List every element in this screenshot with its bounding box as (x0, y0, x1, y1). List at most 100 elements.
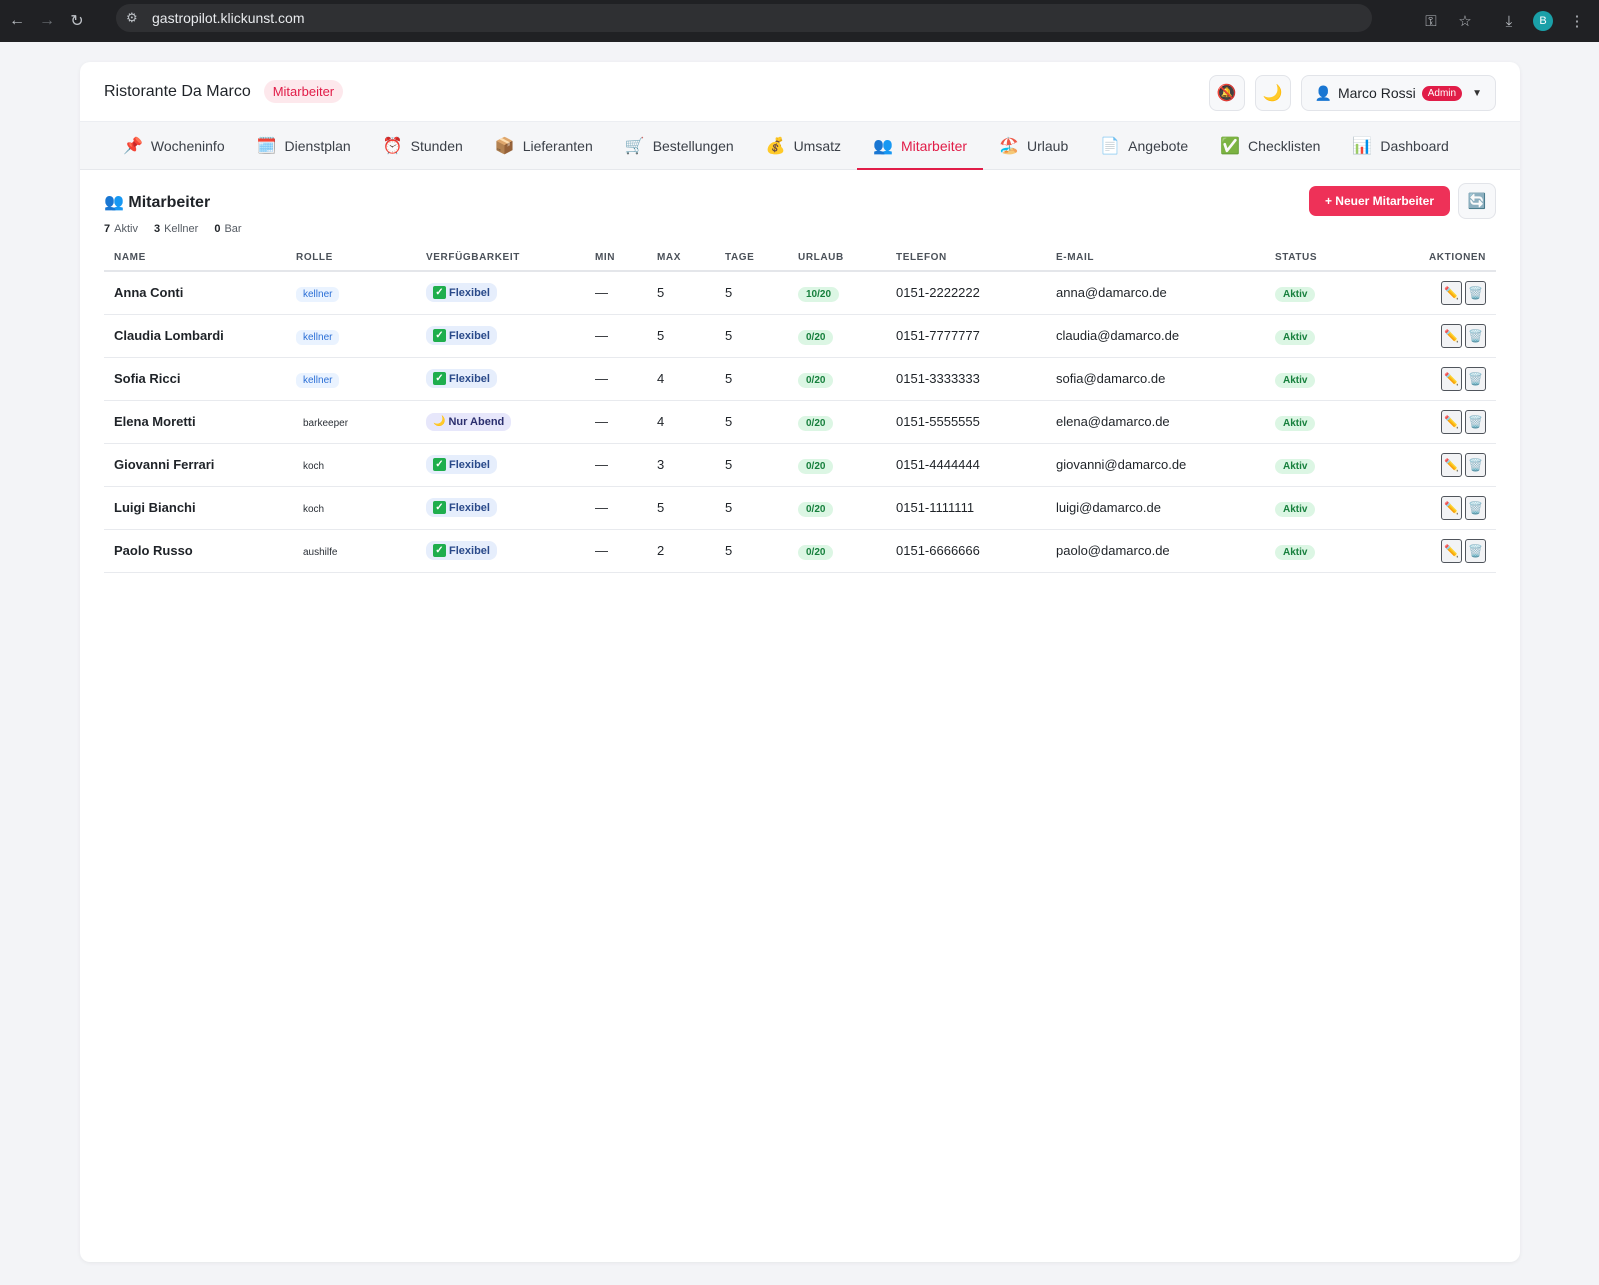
page-title: 👥 Mitarbeiter (104, 194, 211, 211)
delete-button[interactable]: 🗑️ (1465, 495, 1486, 520)
app-header: Ristorante Da Marco Mitarbeiter 🔕 🌙 👤 Ma… (80, 62, 1520, 122)
delete-button[interactable]: 🗑️ (1465, 409, 1486, 434)
pencil-icon: ✏️ (1444, 328, 1459, 343)
edit-button[interactable]: ✏️ (1441, 280, 1462, 305)
table-row[interactable]: Elena Moretti barkeeper 🌙 Nur Abend —4 5 0/20 0… (104, 400, 1496, 444)
tab-checklisten[interactable]: ✅ Checklisten (1204, 122, 1336, 169)
col-role[interactable]: ROLLE (286, 245, 416, 272)
tab-angebote[interactable]: 📄 Angebote (1084, 122, 1204, 169)
col-min[interactable]: MIN (585, 245, 647, 272)
availability-badge: ✓ Flexibel (426, 369, 497, 388)
actions-cell: ✏️ 🗑️ (1365, 443, 1496, 487)
star-icon[interactable]: ☆ (1451, 7, 1479, 35)
address-bar[interactable]: ⚙ gastropilot.klickunst.com (116, 4, 1372, 32)
tab-stunden[interactable]: ⏰ Stunden (367, 122, 479, 169)
new-employee-button[interactable]: + Neuer Mitarbeiter (1308, 186, 1450, 216)
notifications-off-button[interactable]: 🔕 (1208, 75, 1245, 111)
profile-avatar[interactable]: B (1529, 7, 1557, 35)
status-cell: Aktiv (1265, 271, 1365, 315)
vacation-badge: 0/20 (798, 502, 834, 517)
money-bag-icon: 💰 (765, 137, 786, 155)
cart-icon: 🛒 (624, 137, 645, 155)
table-row[interactable]: Luigi Bianchi koch ✓ Flexibel —5 5 0/20 0151-11… (104, 486, 1496, 530)
table-row[interactable]: Claudia Lombardi kellner ✓ Flexibel —5 5 0/20 0… (104, 314, 1496, 358)
min-cell: — (585, 443, 647, 487)
col-days[interactable]: TAGE (715, 245, 788, 272)
main-tabs: 📌 Wocheninfo 🗓️ Dienstplan ⏰ Stunden 📦 Liefe… (80, 122, 1520, 170)
reload-icon[interactable]: ↻ (62, 6, 92, 36)
min-cell: — (585, 529, 647, 573)
download-icon[interactable]: ⤓ (1495, 7, 1523, 35)
actions-cell: ✏️ 🗑️ (1365, 400, 1496, 444)
table-row[interactable]: Anna Conti kellner ✓ Flexibel —5 5 10/20 0151-2… (104, 271, 1496, 315)
stat-value: 0 (214, 223, 221, 235)
max-cell: 5 (647, 271, 715, 315)
pencil-icon: ✏️ (1444, 457, 1459, 472)
delete-button[interactable]: 🗑️ (1465, 280, 1486, 305)
tab-bestellungen[interactable]: 🛒 Bestellungen (609, 122, 750, 169)
col-email[interactable]: E-MAIL (1046, 245, 1265, 272)
forward-icon[interactable]: → (32, 6, 62, 36)
role-cell: barkeeper (286, 400, 416, 444)
tab-wocheninfo[interactable]: 📌 Wocheninfo (107, 122, 241, 169)
url-text[interactable]: gastropilot.klickunst.com (152, 10, 305, 26)
col-vacation[interactable]: URLAUB (788, 245, 886, 272)
table-row[interactable]: Paolo Russo aushilfe ✓ Flexibel —2 5 0/20 0151-… (104, 529, 1496, 573)
status-badge: Aktiv (1275, 459, 1316, 474)
edit-button[interactable]: ✏️ (1441, 409, 1462, 434)
alarm-clock-icon: ⏰ (382, 137, 403, 155)
key-icon[interactable]: ⚿ (1417, 7, 1445, 35)
employee-name: Sofia Ricci (104, 357, 286, 401)
availability-label: Flexibel (449, 501, 490, 514)
edit-button[interactable]: ✏️ (1441, 366, 1462, 391)
dark-mode-button[interactable]: 🌙 (1254, 75, 1291, 111)
moon-icon: 🌙 (433, 416, 446, 428)
tab-urlaub[interactable]: 🏖️ Urlaub (983, 122, 1084, 169)
availability-label: Nur Abend (448, 415, 505, 428)
min-cell: — (585, 486, 647, 530)
delete-button[interactable]: 🗑️ (1465, 323, 1486, 348)
user-menu-button[interactable]: 👤 Marco Rossi Admin ▼ (1300, 75, 1496, 111)
col-availability[interactable]: VERFÜGBARKEIT (416, 245, 585, 272)
edit-button[interactable]: ✏️ (1441, 323, 1462, 348)
delete-button[interactable]: 🗑️ (1465, 366, 1486, 391)
employee-name: Claudia Lombardi (104, 314, 286, 358)
delete-button[interactable]: 🗑️ (1465, 452, 1486, 477)
edit-button[interactable]: ✏️ (1441, 495, 1462, 520)
availability-cell: ✓ Flexibel (416, 314, 585, 358)
col-phone[interactable]: TELEFON (886, 245, 1046, 272)
status-cell: Aktiv (1265, 529, 1365, 573)
more-menu-icon[interactable]: ⋮ (1563, 7, 1591, 35)
col-name[interactable]: NAME (104, 245, 286, 272)
tab-dashboard[interactable]: 📊 Dashboard (1336, 122, 1464, 169)
tab-mitarbeiter[interactable]: 👥 Mitarbeiter (857, 122, 984, 170)
vacation-badge: 0/20 (798, 330, 834, 345)
trash-icon: 🗑️ (1468, 457, 1483, 472)
availability-cell: ✓ Flexibel (416, 486, 585, 530)
table-row[interactable]: Giovanni Ferrari koch ✓ Flexibel —3 5 0/20 0151… (104, 443, 1496, 487)
back-icon[interactable]: ← (2, 6, 32, 36)
delete-button[interactable]: 🗑️ (1465, 538, 1486, 563)
tab-umsatz[interactable]: 💰 Umsatz (750, 122, 857, 169)
employee-name: Paolo Russo (104, 529, 286, 573)
table-row[interactable]: Sofia Ricci kellner ✓ Flexibel —4 5 0/20 0151-3… (104, 357, 1496, 401)
vacation-cell: 0/20 (788, 400, 886, 444)
vacation-badge: 0/20 (798, 459, 834, 474)
status-badge: Aktiv (1275, 502, 1316, 517)
employee-name: Giovanni Ferrari (104, 443, 286, 487)
tab-dienstplan[interactable]: 🗓️ Dienstplan (241, 122, 367, 169)
col-actions: AKTIONEN (1365, 245, 1496, 272)
edit-button[interactable]: ✏️ (1441, 452, 1462, 477)
availability-cell: ✓ Flexibel (416, 357, 585, 401)
site-settings-icon[interactable]: ⚙ (126, 10, 146, 26)
tab-label: Lieferanten (522, 137, 593, 154)
vacation-badge: 0/20 (798, 545, 834, 560)
col-status[interactable]: STATUS (1265, 245, 1365, 272)
check-icon: ✓ (433, 544, 446, 557)
tab-lieferanten[interactable]: 📦 Lieferanten (479, 122, 609, 169)
email-cell: luigi@damarco.de (1046, 486, 1265, 530)
col-max[interactable]: MAX (647, 245, 715, 272)
refresh-button[interactable]: 🔄 (1458, 183, 1496, 219)
edit-button[interactable]: ✏️ (1441, 538, 1462, 563)
tab-label: Umsatz (793, 137, 842, 154)
